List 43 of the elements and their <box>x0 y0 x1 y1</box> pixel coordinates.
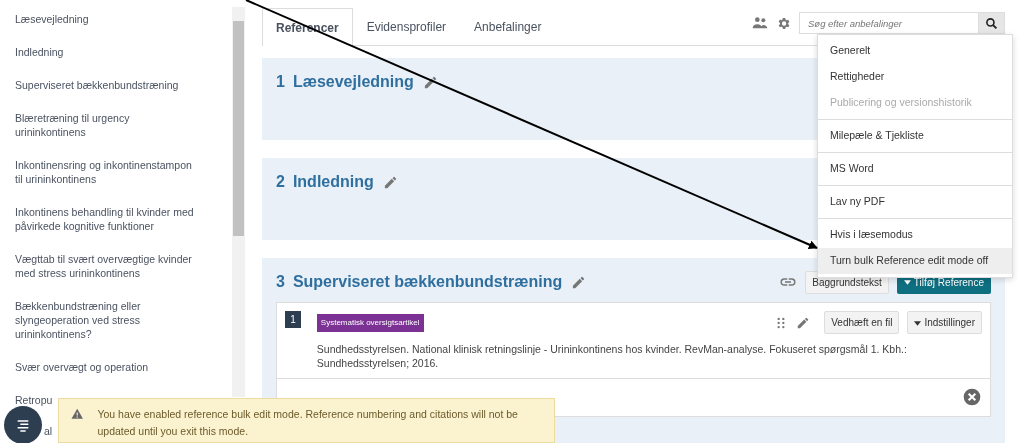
sidebar-item[interactable]: Inkontinensring og inkontinenstampon til urininkontinens <box>15 158 202 186</box>
menu-item[interactable]: Hvis i læsemodus <box>818 222 1012 248</box>
sidebar-item[interactable]: Blæretræning til urgency urininkontinens <box>15 111 202 139</box>
search-field[interactable]: Søg efter anbefalinger <box>799 12 979 34</box>
people-icon[interactable] <box>752 15 768 31</box>
sidebar-item[interactable]: Indledning <box>15 45 64 59</box>
sidebar-item[interactable]: Retropu <box>15 393 53 407</box>
sidebar-item[interactable]: Vægttab til svært overvægtige kvinder med stress urininkontinens <box>15 252 202 280</box>
search-button[interactable] <box>979 12 1005 34</box>
sidebar-item[interactable]: Bækkenbundstræning eller slyngeoperation ved stress urininkontinens? <box>15 299 202 341</box>
list-icon <box>15 417 31 433</box>
attach-file-button[interactable]: Vedhæft en fil <box>824 311 900 334</box>
menu-button[interactable] <box>4 406 42 443</box>
sidebar-item[interactable]: Svær overvægt og operation <box>15 360 149 374</box>
sidebar-item[interactable]: Læsevejledning <box>15 12 89 26</box>
tab[interactable]: Anbefalinger <box>460 8 556 45</box>
reference-type-tag: Systematisk oversigtsartikel <box>316 313 424 332</box>
caret-icon <box>903 280 911 286</box>
tab[interactable]: Evidensprofiler <box>352 8 461 45</box>
reference-number: 1 <box>285 311 301 328</box>
caret-icon <box>914 320 922 326</box>
alert-message: You have enabled reference bulk edit mode. Reference numbering and citations will not be updated until you exit this mode. <box>97 407 519 439</box>
menu-item[interactable]: Turn bulk Reference edit mode off <box>818 248 1012 274</box>
section-title: 2 Indledning <box>276 172 374 192</box>
sidebar-item[interactable]: Superviseret bækkenbundstræning <box>15 78 179 92</box>
sidebar-item[interactable]: al <box>44 424 53 438</box>
section-title: 3 Superviseret bækkenbundstræning <box>276 272 563 292</box>
close-icon[interactable] <box>962 387 982 407</box>
sidebar-item[interactable]: Inkontinens behandling til kvinder med påvirkede kognitive funktioner <box>15 205 202 233</box>
menu-item[interactable]: Milepæle & Tjekliste <box>818 123 1012 149</box>
search-icon <box>985 16 998 30</box>
reference-citation: Sundhedsstyrelsen. National klinisk retningslinje - Urininkontinens hos kvinder. RevMan-analyse. Fokuseret spørgsmål 1. Kbh.: Sundhedsstyrelsen; 2016. <box>316 342 908 370</box>
warning-icon <box>71 406 84 422</box>
section-title: 1 Læsevejledning <box>276 72 414 92</box>
pencil-icon[interactable] <box>422 74 438 90</box>
menu-item[interactable]: Lav ny PDF <box>818 189 1012 215</box>
settings-icon[interactable] <box>776 15 791 31</box>
scrollbar[interactable] <box>232 7 245 397</box>
menu-item[interactable]: Generelt <box>818 38 1012 64</box>
menu-item[interactable]: Rettigheder <box>818 64 1012 90</box>
menu-item[interactable]: MS Word <box>818 156 1012 182</box>
settings-dropdown-button[interactable]: Indstillinger <box>907 311 982 334</box>
menu-item: Publicering og versionshistorik <box>829 95 973 111</box>
